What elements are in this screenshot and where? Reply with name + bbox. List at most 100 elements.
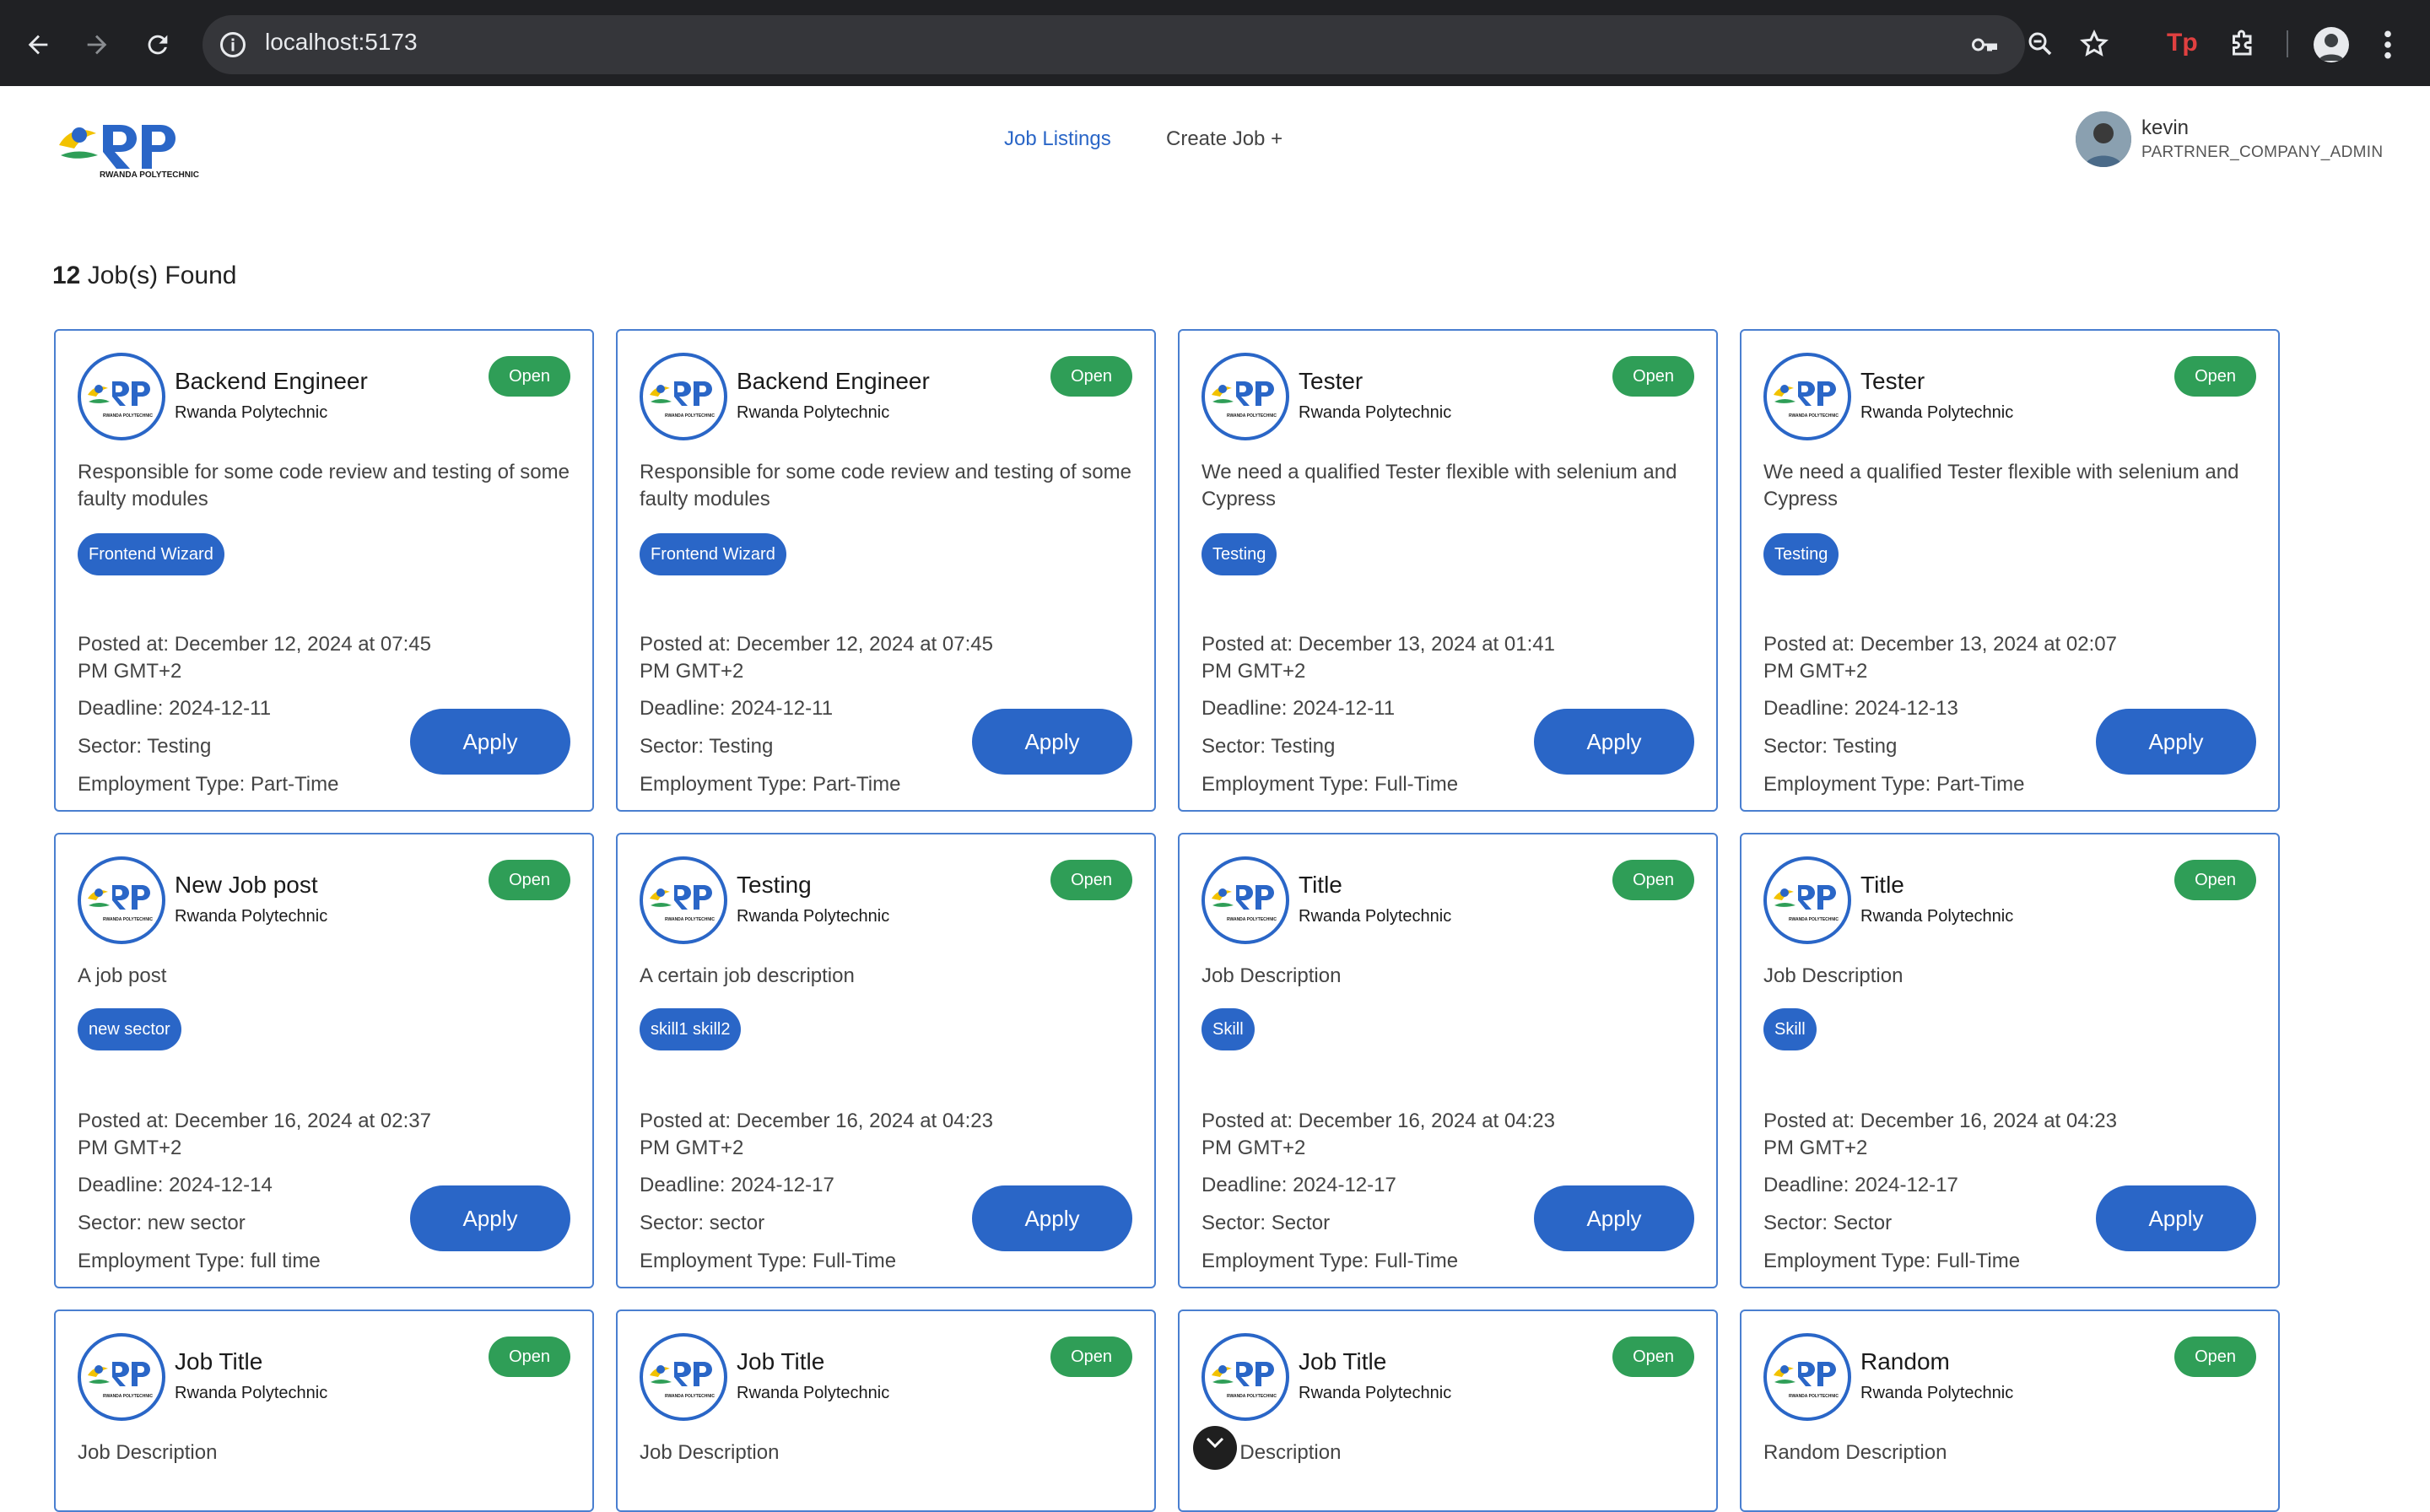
rwanda-polytechnic-logo[interactable]: RWANDA POLYTECHNIC bbox=[54, 111, 214, 179]
job-description: We need a qualified Tester flexible with… bbox=[1763, 461, 2239, 510]
job-title[interactable]: Backend Engineer bbox=[737, 368, 930, 395]
job-card[interactable]: RWANDA POLYTECHNIC Title Rwanda Polytechni… bbox=[1740, 833, 2280, 1288]
nav-create-job[interactable]: Create Job + bbox=[1166, 127, 1282, 151]
user-name: kevin bbox=[2141, 116, 2190, 139]
forward-button[interactable] bbox=[78, 25, 116, 64]
apply-button[interactable]: Apply bbox=[410, 709, 570, 775]
reload-button[interactable] bbox=[138, 25, 177, 64]
skill-tag: Frontend Wizard bbox=[78, 533, 224, 575]
status-badge: Open bbox=[1612, 1336, 1694, 1377]
bookmark-star-icon[interactable] bbox=[2079, 29, 2109, 59]
company-logo: RWANDA POLYTECHNIC bbox=[1202, 1333, 1289, 1421]
scroll-down-button[interactable] bbox=[1193, 1426, 1237, 1470]
svg-text:RWANDA POLYTECHNIC: RWANDA POLYTECHNIC bbox=[100, 170, 199, 179]
deadline: Deadline: 2024-12-11 bbox=[640, 697, 834, 720]
sector: Sector: Testing bbox=[1202, 735, 1336, 758]
posted-at: Posted at: December 16, 2024 at 04:23 PM… bbox=[640, 1110, 993, 1159]
extensions-puzzle-icon[interactable] bbox=[2228, 29, 2258, 59]
results-count-number: 12 bbox=[52, 262, 81, 289]
url-text[interactable]: localhost:5173 bbox=[265, 29, 418, 56]
svg-text:RWANDA POLYTECHNIC: RWANDA POLYTECHNIC bbox=[1789, 1394, 1839, 1399]
job-card[interactable]: RWANDA POLYTECHNIC Job Title Rwanda Polyte… bbox=[1178, 1310, 1718, 1512]
profile-avatar[interactable] bbox=[2314, 27, 2349, 62]
job-description: Job Description bbox=[640, 1441, 780, 1464]
svg-text:RWANDA POLYTECHNIC: RWANDA POLYTECHNIC bbox=[665, 1394, 715, 1399]
job-card[interactable]: RWANDA POLYTECHNIC Job Title Rwanda Polyte… bbox=[54, 1310, 594, 1512]
job-title[interactable]: Title bbox=[1299, 872, 1342, 899]
job-title[interactable]: Tester bbox=[1860, 368, 1925, 395]
apply-button[interactable]: Apply bbox=[1534, 709, 1694, 775]
company-name: Rwanda Polytechnic bbox=[175, 907, 328, 926]
job-card[interactable]: RWANDA POLYTECHNIC Tester Rwanda Polytechn… bbox=[1178, 329, 1718, 812]
skill-tag: Testing bbox=[1763, 533, 1839, 575]
svg-text:RWANDA POLYTECHNIC: RWANDA POLYTECHNIC bbox=[1789, 917, 1839, 922]
app-header: RWANDA POLYTECHNIC Job Listings Create J… bbox=[0, 86, 2430, 196]
deadline: Deadline: 2024-12-11 bbox=[1202, 697, 1396, 720]
job-title[interactable]: Job Title bbox=[175, 1348, 262, 1375]
site-info-icon[interactable] bbox=[218, 30, 248, 60]
status-badge: Open bbox=[1612, 356, 1694, 397]
job-title[interactable]: Job Title bbox=[737, 1348, 824, 1375]
company-name: Rwanda Polytechnic bbox=[737, 1384, 890, 1402]
kebab-menu-icon[interactable] bbox=[2379, 29, 2396, 61]
job-card[interactable]: RWANDA POLYTECHNIC Random Rwanda Polytechn… bbox=[1740, 1310, 2280, 1512]
arrow-left-icon bbox=[28, 35, 48, 55]
company-name: Rwanda Polytechnic bbox=[1299, 1384, 1452, 1402]
job-title[interactable]: Random bbox=[1860, 1348, 1950, 1375]
apply-button[interactable]: Apply bbox=[2096, 1185, 2256, 1251]
company-name: Rwanda Polytechnic bbox=[1299, 403, 1452, 422]
employment-type: Employment Type: Part-Time bbox=[640, 773, 901, 796]
nav-job-listings[interactable]: Job Listings bbox=[1004, 127, 1111, 151]
zoom-icon[interactable] bbox=[2025, 29, 2055, 59]
job-card[interactable]: RWANDA POLYTECHNIC Title Rwanda Polytechni… bbox=[1178, 833, 1718, 1288]
svg-text:RWANDA POLYTECHNIC: RWANDA POLYTECHNIC bbox=[103, 1394, 153, 1399]
arrow-right-icon bbox=[87, 35, 107, 55]
job-title[interactable]: Testing bbox=[737, 872, 812, 899]
status-badge: Open bbox=[2174, 356, 2256, 397]
job-card[interactable]: RWANDA POLYTECHNIC Backend Engineer Rwanda… bbox=[54, 329, 594, 812]
job-title[interactable]: Tester bbox=[1299, 368, 1363, 395]
job-title[interactable]: Title bbox=[1860, 872, 1904, 899]
job-description: Job Description bbox=[1202, 964, 1342, 987]
posted-at: Posted at: December 12, 2024 at 07:45 PM… bbox=[640, 633, 993, 683]
svg-text:RWANDA POLYTECHNIC: RWANDA POLYTECHNIC bbox=[1227, 917, 1277, 922]
user-avatar[interactable] bbox=[2076, 111, 2131, 167]
status-badge: Open bbox=[2174, 1336, 2256, 1377]
back-button[interactable] bbox=[19, 25, 57, 64]
chevron-down-icon bbox=[1206, 1437, 1224, 1449]
company-name: Rwanda Polytechnic bbox=[737, 403, 890, 422]
results-count-label: Job(s) Found bbox=[87, 262, 237, 289]
deadline: Deadline: 2024-12-11 bbox=[78, 697, 272, 720]
results-count: 12 Job(s) Found bbox=[52, 262, 236, 290]
apply-button[interactable]: Apply bbox=[2096, 709, 2256, 775]
job-card[interactable]: RWANDA POLYTECHNIC New Job post Rwanda Pol… bbox=[54, 833, 594, 1288]
address-bar[interactable]: localhost:5173 bbox=[202, 15, 2025, 74]
apply-button[interactable]: Apply bbox=[1534, 1185, 1694, 1251]
job-card[interactable]: RWANDA POLYTECHNIC Job Title Rwanda Polyte… bbox=[616, 1310, 1156, 1512]
apply-button[interactable]: Apply bbox=[972, 1185, 1132, 1251]
job-title[interactable]: Job Title bbox=[1299, 1348, 1386, 1375]
job-title[interactable]: Backend Engineer bbox=[175, 368, 368, 395]
employment-type: Employment Type: Full-Time bbox=[1202, 773, 1459, 796]
sector: Sector: Testing bbox=[640, 735, 774, 758]
job-card[interactable]: RWANDA POLYTECHNIC Testing Rwanda Polytech… bbox=[616, 833, 1156, 1288]
apply-button[interactable]: Apply bbox=[410, 1185, 570, 1251]
extension-tp-icon[interactable]: Tp bbox=[2167, 29, 2198, 57]
job-description: Responsible for some code review and tes… bbox=[78, 461, 570, 510]
job-title[interactable]: New Job post bbox=[175, 872, 318, 899]
company-logo: RWANDA POLYTECHNIC bbox=[78, 856, 165, 944]
company-name: Rwanda Polytechnic bbox=[1299, 907, 1452, 926]
job-card[interactable]: RWANDA POLYTECHNIC Backend Engineer Rwanda… bbox=[616, 329, 1156, 812]
toolbar-divider bbox=[2287, 30, 2288, 57]
sector: Sector: sector bbox=[640, 1212, 765, 1234]
job-card[interactable]: RWANDA POLYTECHNIC Tester Rwanda Polytechn… bbox=[1740, 329, 2280, 812]
posted-at: Posted at: December 16, 2024 at 02:37 PM… bbox=[78, 1110, 431, 1159]
status-badge: Open bbox=[1050, 356, 1132, 397]
posted-at: Posted at: December 16, 2024 at 04:23 PM… bbox=[1202, 1110, 1555, 1159]
employment-type: Employment Type: Full-Time bbox=[640, 1250, 897, 1272]
sector: Sector: Testing bbox=[78, 735, 212, 758]
apply-button[interactable]: Apply bbox=[972, 709, 1132, 775]
sector: Sector: Sector bbox=[1202, 1212, 1331, 1234]
key-icon[interactable] bbox=[1969, 30, 2000, 60]
browser-toolbar: localhost:5173 Tp bbox=[0, 0, 2430, 86]
